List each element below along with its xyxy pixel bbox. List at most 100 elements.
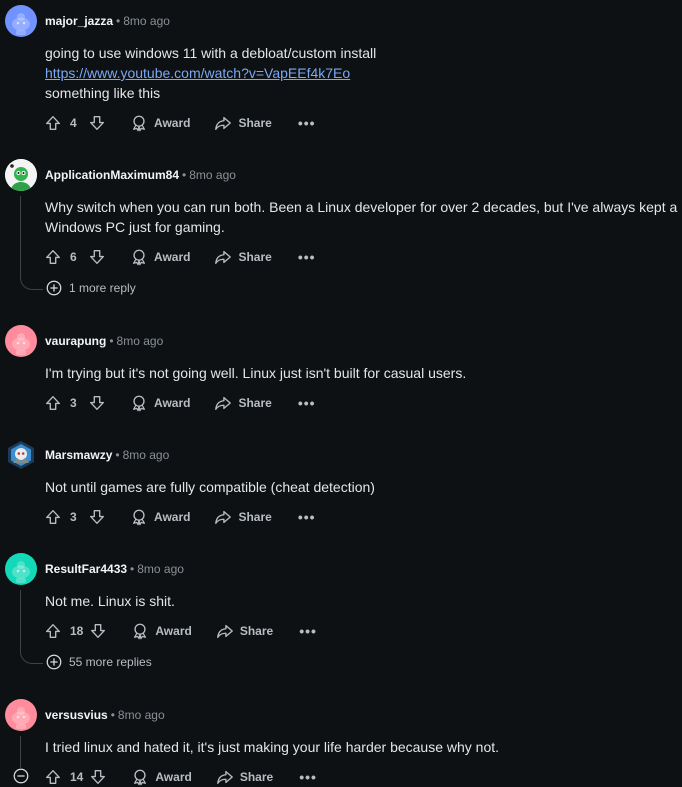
upvote-icon[interactable] [44, 248, 62, 266]
thread-connector [20, 649, 43, 664]
share-button[interactable]: Share [214, 248, 272, 266]
upvote-icon[interactable] [44, 114, 62, 132]
thread-line[interactable] [20, 590, 21, 650]
more-options-button[interactable]: ••• [298, 249, 316, 265]
more-replies-button[interactable]: 55 more replies [45, 653, 152, 671]
vote-count: 18 [70, 624, 84, 638]
downvote-icon[interactable] [88, 508, 106, 526]
meta-separator: • [109, 334, 114, 348]
comment-body: going to use windows 11 with a debloat/c… [45, 43, 681, 103]
more-options-button[interactable]: ••• [299, 623, 317, 639]
meta-separator: • [130, 562, 135, 576]
meta-separator: • [115, 448, 120, 462]
award-icon [130, 508, 148, 526]
comment-actions: 3 Award Share ••• [44, 393, 316, 413]
timestamp[interactable]: 8mo ago [137, 562, 184, 576]
vote-count: 3 [70, 510, 77, 524]
downvote-icon[interactable] [88, 394, 106, 412]
more-replies-label: 55 more replies [69, 655, 152, 669]
downvote-icon[interactable] [89, 622, 107, 640]
share-button[interactable]: Share [216, 768, 273, 786]
comment-actions: 14 Award Share ••• [44, 767, 317, 787]
timestamp[interactable]: 8mo ago [123, 448, 170, 462]
thread-line[interactable] [20, 196, 21, 276]
author-name[interactable]: versusvius [45, 708, 108, 722]
thread-connector [20, 275, 43, 290]
share-button[interactable]: Share [214, 508, 272, 526]
more-options-button[interactable]: ••• [298, 509, 316, 525]
timestamp[interactable]: 8mo ago [123, 14, 170, 28]
share-icon [214, 114, 232, 132]
comment-text: I'm trying but it's not going well. Linu… [45, 365, 467, 381]
vote-count: 6 [70, 250, 77, 264]
timestamp[interactable]: 8mo ago [118, 708, 165, 722]
comment-text: something like this [45, 85, 161, 101]
award-button[interactable]: Award [130, 508, 190, 526]
comment-meta: ResultFar4433 • 8mo ago [45, 562, 184, 576]
award-button[interactable]: Award [131, 768, 192, 786]
more-options-button[interactable]: ••• [298, 115, 316, 131]
meta-separator: • [182, 168, 187, 182]
more-replies-label: 1 more reply [69, 281, 136, 295]
avatar[interactable] [5, 5, 37, 37]
more-options-button[interactable]: ••• [299, 769, 317, 785]
avatar[interactable] [5, 159, 37, 191]
comment-meta: major_jazza • 8mo ago [45, 14, 170, 28]
award-button[interactable]: Award [130, 394, 190, 412]
comment-actions: 3 Award Share ••• [44, 507, 316, 527]
award-icon [130, 394, 148, 412]
author-name[interactable]: vaurapung [45, 334, 106, 348]
award-icon [131, 768, 149, 786]
avatar[interactable] [5, 699, 37, 731]
comment-meta: ApplicationMaximum84 • 8mo ago [45, 168, 236, 182]
downvote-icon[interactable] [88, 248, 106, 266]
award-icon [130, 114, 148, 132]
author-name[interactable]: major_jazza [45, 14, 113, 28]
share-button[interactable]: Share [214, 114, 272, 132]
user-avatar-icon [5, 159, 37, 191]
timestamp[interactable]: 8mo ago [189, 168, 236, 182]
more-options-button[interactable]: ••• [298, 395, 316, 411]
vote-count: 3 [70, 396, 77, 410]
award-icon [131, 622, 149, 640]
user-avatar-icon [5, 5, 37, 37]
downvote-icon[interactable] [89, 768, 107, 786]
upvote-icon[interactable] [44, 508, 62, 526]
comment-meta: versusvius • 8mo ago [45, 708, 165, 722]
share-icon [214, 248, 232, 266]
avatar[interactable] [5, 439, 37, 471]
collapse-thread-icon[interactable] [12, 767, 30, 785]
share-icon [214, 394, 232, 412]
award-icon [130, 248, 148, 266]
avatar[interactable] [5, 325, 37, 357]
share-button[interactable]: Share [216, 622, 273, 640]
share-button[interactable]: Share [214, 394, 272, 412]
more-replies-button[interactable]: 1 more reply [45, 279, 136, 297]
upvote-icon[interactable] [44, 622, 62, 640]
thread-line[interactable] [20, 736, 21, 768]
comment-text: Not me. Linux is shit. [45, 593, 175, 609]
comment-text: going to use windows 11 with a debloat/c… [45, 45, 377, 61]
downvote-icon[interactable] [88, 114, 106, 132]
author-name[interactable]: ResultFar4433 [45, 562, 127, 576]
award-button[interactable]: Award [130, 248, 190, 266]
author-name[interactable]: Marsmawzy [45, 448, 112, 462]
award-button[interactable]: Award [131, 622, 192, 640]
avatar[interactable] [5, 553, 37, 585]
user-avatar-icon [8, 441, 34, 469]
timestamp[interactable]: 8mo ago [117, 334, 164, 348]
comment-link[interactable]: https://www.youtube.com/watch?v=VapEEf4k… [45, 65, 350, 81]
share-icon [216, 622, 234, 640]
meta-separator: • [116, 14, 121, 28]
share-icon [216, 768, 234, 786]
upvote-icon[interactable] [44, 394, 62, 412]
author-name[interactable]: ApplicationMaximum84 [45, 168, 179, 182]
award-button[interactable]: Award [130, 114, 190, 132]
upvote-icon[interactable] [44, 768, 62, 786]
comment-meta: vaurapung • 8mo ago [45, 334, 163, 348]
comment-text: Not until games are fully compatible (ch… [45, 479, 375, 495]
vote-count: 14 [70, 770, 84, 784]
meta-separator: • [110, 708, 115, 722]
comment-text: Why switch when you can run both. Been a… [45, 199, 678, 235]
share-icon [214, 508, 232, 526]
